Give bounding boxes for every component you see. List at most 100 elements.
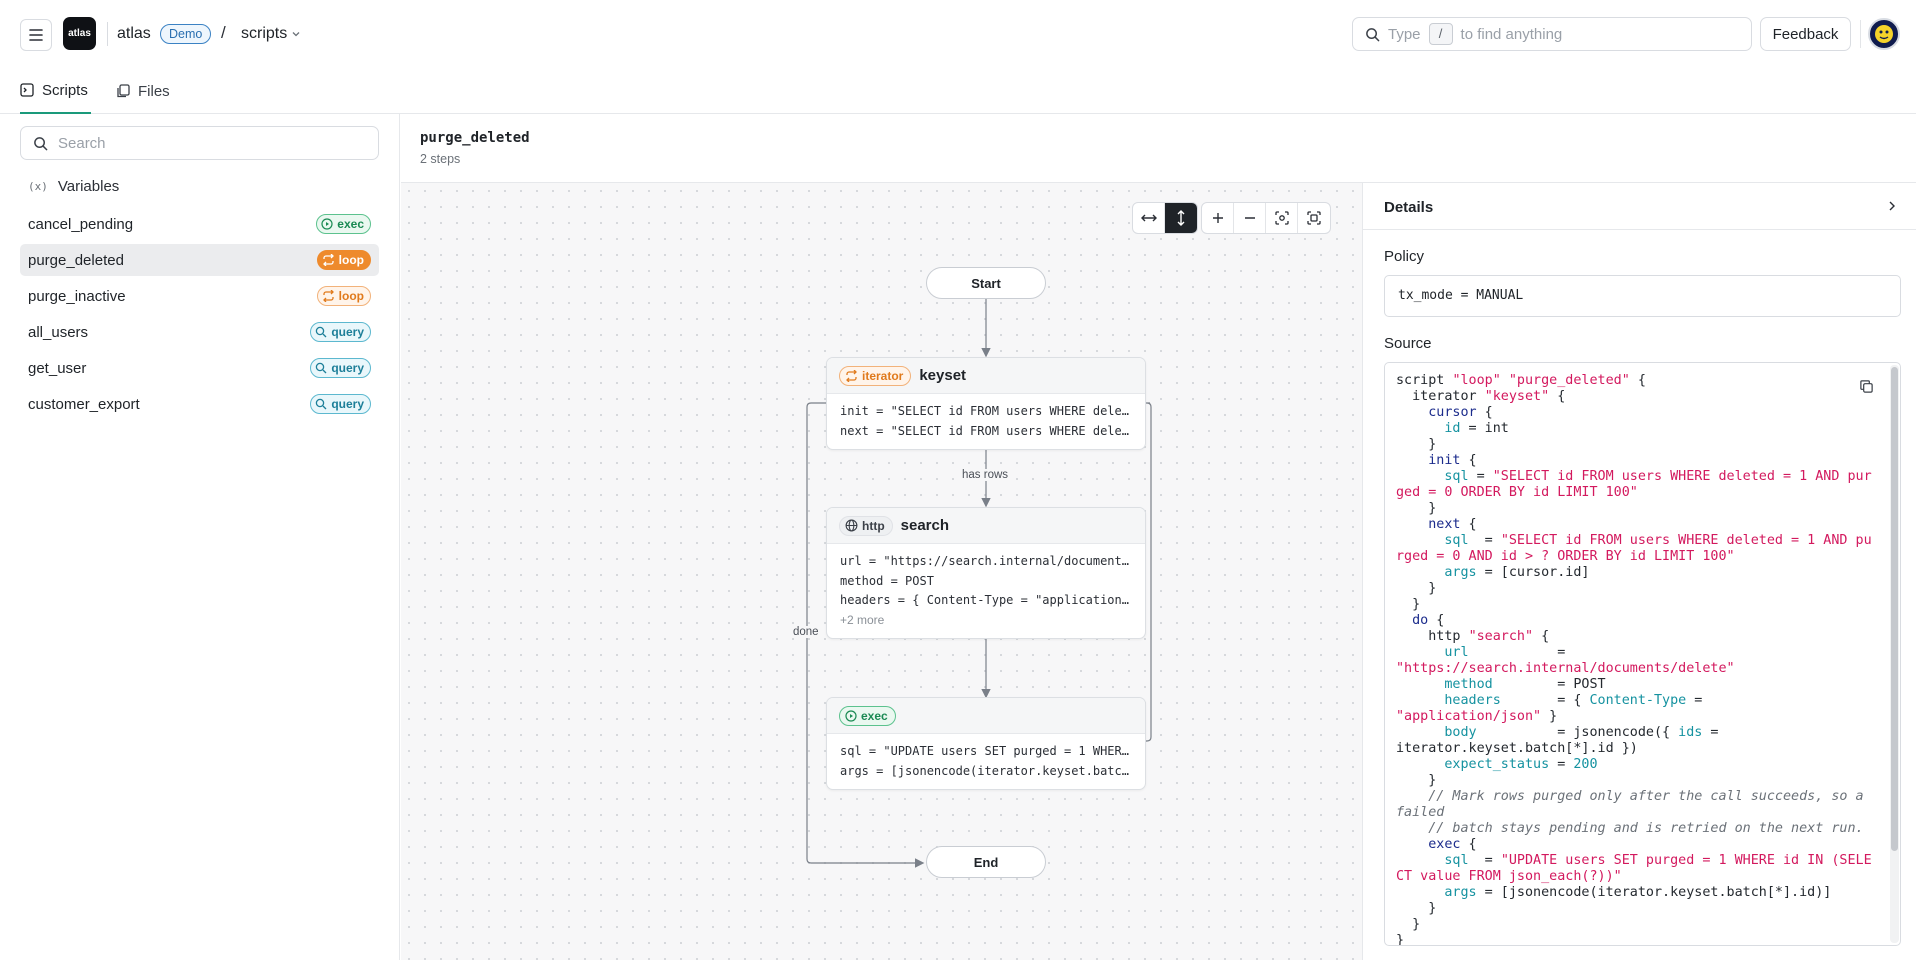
search-icon (1366, 27, 1380, 41)
script-header: purge_deleted 2 steps (401, 114, 1916, 183)
arrows-horizontal-icon (1140, 214, 1157, 222)
http-node[interactable]: http search url = "https://search.intern… (826, 507, 1146, 639)
user-avatar[interactable] (1868, 18, 1900, 50)
page-title: purge_deleted (420, 130, 530, 146)
type-badge: loop (316, 286, 371, 306)
sidebar-item-label: cancel_pending (28, 215, 134, 233)
breadcrumb-scripts[interactable]: scripts (241, 25, 301, 43)
badge-label: loop (338, 289, 364, 303)
exec-node[interactable]: exec sql = "UPDATE users SET purged = 1 … (826, 697, 1146, 790)
breadcrumb-separator: / (221, 23, 226, 42)
details-header: Details (1363, 183, 1916, 230)
node-type-badge: exec (839, 705, 896, 726)
search-icon (316, 398, 327, 410)
script-icon (20, 83, 34, 97)
type-badge: exec (316, 214, 371, 234)
search-placeholder-after: to find anything (1460, 25, 1563, 43)
node-line: sql = "UPDATE users SET purged = 1 WHERE… (840, 744, 1132, 758)
menu-icon[interactable] (20, 19, 52, 51)
tab-scripts[interactable]: Scripts (20, 68, 91, 114)
org-name[interactable]: atlas (117, 25, 151, 43)
search-placeholder: Search (58, 134, 106, 152)
more-fields-link[interactable]: +2 more (840, 611, 1132, 631)
edge-label-has-rows: has rows (959, 469, 1012, 481)
globe-icon (845, 519, 858, 532)
type-badge: loop (316, 250, 371, 270)
search-placeholder-before: Type (1388, 25, 1421, 43)
breadcrumb-label: scripts (241, 25, 288, 42)
edge-label-done: done (790, 626, 822, 638)
node-body: url = "https://search.internal/documents… (827, 544, 1145, 638)
end-node[interactable]: End (926, 846, 1046, 878)
focus-button[interactable] (1266, 203, 1298, 233)
divider (107, 22, 108, 46)
loop-icon (322, 290, 334, 302)
scrollbar-thumb[interactable] (1891, 367, 1898, 851)
node-line: next = "SELECT id FROM users WHERE delet… (840, 423, 1132, 438)
sidebar-item-purge-inactive[interactable]: purge_inactive loop (20, 280, 379, 312)
zoom-in-button[interactable] (1202, 203, 1234, 233)
copy-button[interactable] (1855, 375, 1877, 397)
node-name: keyset (919, 367, 967, 384)
tab-label: Files (138, 82, 170, 100)
files-icon (117, 84, 130, 98)
type-badge: query (310, 322, 371, 342)
step-count: 2 steps (420, 152, 461, 166)
variable-icon: (x) (28, 180, 48, 193)
type-badge: query (310, 394, 371, 414)
sidebar-item-customer-export[interactable]: customer_export query (20, 388, 379, 420)
start-node[interactable]: Start (926, 267, 1046, 299)
sidebar-item-cancel-pending[interactable]: cancel_pending exec (20, 208, 379, 240)
sidebar-item-all-users[interactable]: all_users query (20, 316, 379, 348)
tab-files[interactable]: Files (116, 68, 170, 114)
fit-view-icon (1307, 211, 1321, 225)
policy-field[interactable]: tx_mode = MANUAL (1384, 275, 1901, 317)
arrows-vertical-icon (1177, 210, 1185, 226)
badge-label: loop (338, 253, 364, 267)
layout-toggle (1132, 202, 1198, 234)
node-line: init = "SELECT id FROM users WHERE delet… (840, 404, 1132, 418)
sidebar-item-purge-deleted[interactable]: purge_deleted loop (20, 244, 379, 276)
play-icon (845, 709, 857, 722)
sidebar-item-label: all_users (28, 323, 89, 341)
node-body: sql = "UPDATE users SET purged = 1 WHERE… (827, 734, 1145, 789)
global-search-input[interactable]: Type / to find anything (1352, 17, 1752, 51)
play-icon (321, 218, 333, 230)
node-line: method = POST (840, 573, 934, 588)
node-header: http search (827, 508, 1145, 544)
source-code: script "loop" "purge_deleted" { iterator… (1396, 373, 1872, 946)
badge-label: iterator (862, 368, 904, 383)
node-line: args = [jsonencode(iterator.keyset.batch… (840, 763, 1132, 778)
sidebar-item-variables[interactable]: (x) Variables (28, 178, 119, 195)
sidebar-item-label: Variables (57, 178, 120, 195)
divider (1860, 20, 1861, 48)
fit-view-button[interactable] (1298, 203, 1330, 233)
vertical-layout-button[interactable] (1165, 203, 1197, 233)
node-line: headers = { Content-Type = "application/… (840, 593, 1132, 607)
feedback-button[interactable]: Feedback (1760, 17, 1851, 51)
source-code-viewer[interactable]: script "loop" "purge_deleted" { iterator… (1384, 362, 1901, 946)
chevron-right-icon[interactable] (1885, 199, 1899, 213)
tab-label: Scripts (42, 81, 88, 99)
tab-bar: Scripts Files (0, 68, 1916, 114)
search-icon (316, 362, 327, 374)
focus-icon (1274, 211, 1289, 225)
sidebar-search-input[interactable]: Search (20, 126, 379, 160)
sidebar-item-label: customer_export (28, 395, 140, 413)
chevron-down-icon (292, 32, 300, 37)
horizontal-layout-button[interactable] (1133, 203, 1165, 233)
flow-canvas[interactable]: Start iterator keyset init = "SELECT id … (401, 183, 1362, 960)
loop-icon (322, 254, 334, 266)
iterator-node[interactable]: iterator keyset init = "SELECT id FROM u… (826, 357, 1146, 450)
env-badge: Demo (160, 24, 212, 44)
node-name: search (900, 517, 950, 534)
details-panel: Details Policy tx_mode = MANUAL Source s… (1362, 183, 1916, 960)
loop-icon (846, 369, 857, 382)
badge-label: exec (861, 708, 888, 723)
node-line: url = "https://search.internal/documents… (840, 554, 1132, 568)
node-body: init = "SELECT id FROM users WHERE delet… (827, 394, 1145, 449)
sidebar-item-get-user[interactable]: get_user query (20, 352, 379, 384)
minus-icon (1244, 217, 1255, 219)
zoom-out-button[interactable] (1234, 203, 1266, 233)
app-logo[interactable]: atlas (63, 17, 96, 50)
